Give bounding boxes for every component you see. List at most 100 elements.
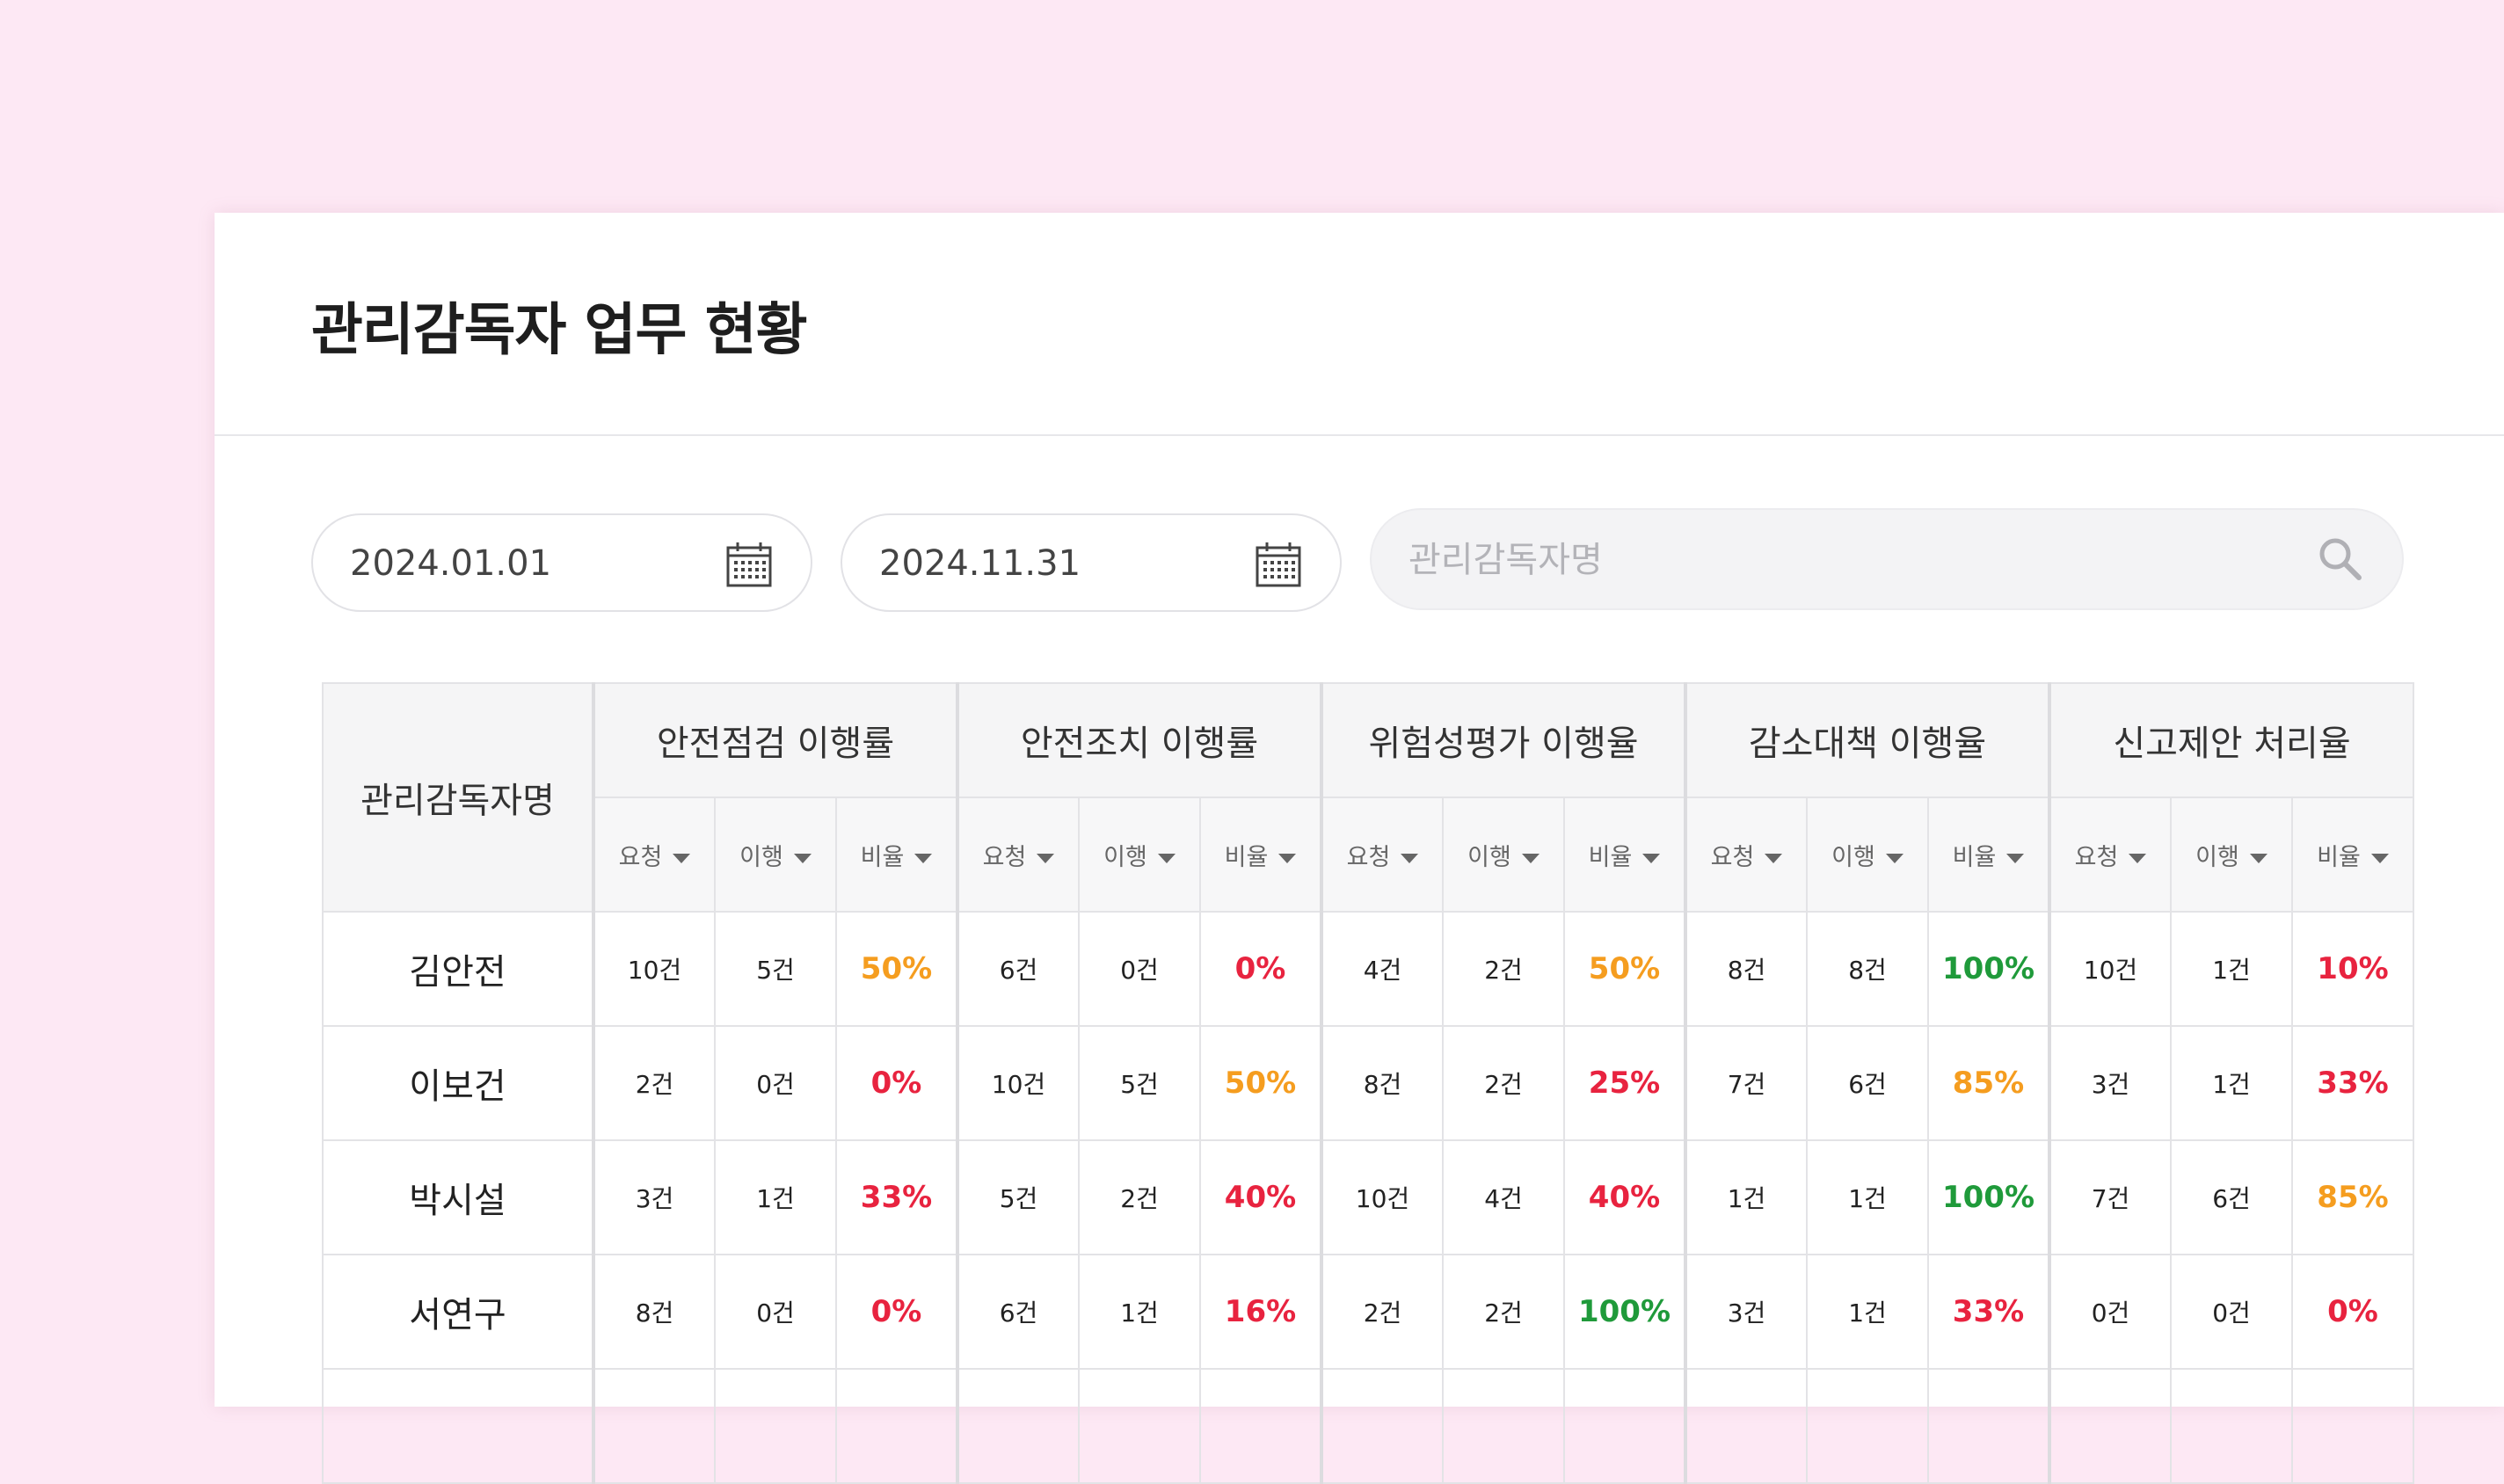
rate-cell: 0% bbox=[835, 1254, 958, 1370]
caret-down-icon[interactable] bbox=[2006, 853, 2025, 863]
sort-column-header[interactable]: 비율 bbox=[1927, 797, 2050, 913]
caret-down-icon[interactable] bbox=[1157, 853, 1176, 863]
request-count-cell: 3건 bbox=[2048, 1025, 2172, 1141]
completed-count-cell: 1건 bbox=[714, 1139, 837, 1255]
sort-column-header[interactable]: 이행 bbox=[714, 797, 837, 913]
caret-down-icon[interactable] bbox=[2129, 853, 2147, 863]
sort-column-header[interactable]: 요청 bbox=[592, 797, 716, 913]
caret-down-icon[interactable] bbox=[2370, 853, 2389, 863]
sort-column-label: 이행 bbox=[1467, 843, 1511, 871]
caret-down-icon[interactable] bbox=[1037, 853, 1055, 863]
sort-column-label: 요청 bbox=[618, 843, 663, 871]
supervisor-search[interactable] bbox=[1370, 508, 2404, 610]
request-count-cell: 3건 bbox=[1684, 1254, 1808, 1370]
rate-cell: 33% bbox=[835, 1139, 958, 1255]
sort-column-label: 비율 bbox=[1224, 843, 1269, 871]
rate-cell: 0% bbox=[2291, 1254, 2414, 1370]
panel-header: 관리감독자 업무 현황 bbox=[215, 213, 2504, 436]
rate-cell: 33% bbox=[2291, 1025, 2414, 1141]
caret-down-icon[interactable] bbox=[1401, 853, 1419, 863]
empty-cell bbox=[2170, 1368, 2293, 1484]
sort-column-label: 요청 bbox=[1346, 843, 1391, 871]
table-row[interactable]: 박시설 3건 1건 33% 5건 2건 40% 10건 4건 40% 1건 1건 100% 7건 6건 85% bbox=[322, 1139, 2414, 1255]
caret-down-icon[interactable] bbox=[1885, 853, 1903, 863]
completed-count-cell: 1건 bbox=[2170, 1025, 2293, 1141]
sort-column-header[interactable]: 요청 bbox=[1320, 797, 1444, 913]
sort-column-header[interactable]: 비율 bbox=[2291, 797, 2414, 913]
completed-count-cell: 5건 bbox=[714, 911, 837, 1027]
sort-column-label: 비율 bbox=[1952, 843, 1997, 871]
completed-count-cell: 1건 bbox=[1078, 1254, 1201, 1370]
sort-column-header[interactable]: 비율 bbox=[1563, 797, 1686, 913]
rate-cell: 0% bbox=[1199, 911, 1322, 1027]
sort-column-label: 이행 bbox=[1831, 843, 1875, 871]
sort-column-label: 이행 bbox=[739, 843, 783, 871]
supervisor-name-cell: 이보건 bbox=[322, 1025, 594, 1141]
empty-cell bbox=[1199, 1368, 1322, 1484]
sort-column-header[interactable]: 이행 bbox=[2170, 797, 2293, 913]
supervisor-search-input[interactable] bbox=[1407, 535, 2289, 586]
request-count-cell: 3건 bbox=[592, 1139, 716, 1255]
sort-column-header[interactable]: 요청 bbox=[1684, 797, 1808, 913]
sort-column-header[interactable]: 비율 bbox=[835, 797, 958, 913]
sort-column-label: 비율 bbox=[1588, 843, 1633, 871]
caret-down-icon[interactable] bbox=[1765, 853, 1783, 863]
sort-column-header[interactable]: 비율 bbox=[1199, 797, 1322, 913]
caret-down-icon[interactable] bbox=[673, 853, 691, 863]
completed-count-cell: 2건 bbox=[1078, 1139, 1201, 1255]
completed-count-cell: 0건 bbox=[1078, 911, 1201, 1027]
sort-column-header[interactable]: 이행 bbox=[1078, 797, 1201, 913]
start-date-value: 2024.01.01 bbox=[350, 543, 552, 584]
calendar-icon[interactable] bbox=[1254, 540, 1303, 589]
rate-cell: 50% bbox=[835, 911, 958, 1027]
sort-column-label: 이행 bbox=[1103, 843, 1147, 871]
empty-cell bbox=[1320, 1368, 1444, 1484]
end-date-field[interactable]: 2024.11.31 bbox=[841, 513, 1342, 612]
group-header: 안전점검 이행률 bbox=[592, 682, 958, 798]
completed-count-cell: 1건 bbox=[1806, 1254, 1929, 1370]
group-header: 안전조치 이행률 bbox=[956, 682, 1322, 798]
group-header: 위험성평가 이행율 bbox=[1320, 682, 1686, 798]
completed-count-cell: 2건 bbox=[1442, 1254, 1565, 1370]
sort-column-header[interactable]: 요청 bbox=[2048, 797, 2172, 913]
rate-cell: 50% bbox=[1199, 1025, 1322, 1141]
completed-count-cell: 8건 bbox=[1806, 911, 1929, 1027]
completed-count-cell: 6건 bbox=[1806, 1025, 1929, 1141]
request-count-cell: 4건 bbox=[1320, 911, 1444, 1027]
rate-cell: 40% bbox=[1199, 1139, 1322, 1255]
table-row[interactable] bbox=[322, 1368, 2414, 1484]
supervisor-name-cell: 김안전 bbox=[322, 911, 594, 1027]
table-row[interactable]: 김안전 10건 5건 50% 6건 0건 0% 4건 2건 50% 8건 8건 100% 10건 1건 10% bbox=[322, 911, 2414, 1027]
empty-cell bbox=[1563, 1368, 1686, 1484]
completed-count-cell: 4건 bbox=[1442, 1139, 1565, 1255]
start-date-field[interactable]: 2024.01.01 bbox=[311, 513, 812, 612]
sort-column-label: 비율 bbox=[2317, 843, 2361, 871]
empty-cell bbox=[322, 1368, 594, 1484]
caret-down-icon[interactable] bbox=[914, 853, 933, 863]
empty-cell bbox=[2048, 1368, 2172, 1484]
rate-cell: 50% bbox=[1563, 911, 1686, 1027]
caret-down-icon[interactable] bbox=[1521, 853, 1540, 863]
sort-column-header[interactable]: 요청 bbox=[956, 797, 1080, 913]
empty-cell bbox=[956, 1368, 1080, 1484]
sort-column-header[interactable]: 이행 bbox=[1442, 797, 1565, 913]
filter-bar: 2024.01.01 2024.11.31 bbox=[311, 508, 2421, 619]
supervisor-name-cell: 서연구 bbox=[322, 1254, 594, 1370]
sort-column-header[interactable]: 이행 bbox=[1806, 797, 1929, 913]
search-icon[interactable] bbox=[2316, 535, 2363, 582]
rate-cell: 100% bbox=[1927, 911, 2050, 1027]
request-count-cell: 8건 bbox=[1684, 911, 1808, 1027]
completed-count-cell: 1건 bbox=[2170, 911, 2293, 1027]
completed-count-cell: 0건 bbox=[714, 1025, 837, 1141]
table-row[interactable]: 이보건 2건 0건 0% 10건 5건 50% 8건 2건 25% 7건 6건 85% 3건 1건 33% bbox=[322, 1025, 2414, 1141]
request-count-cell: 6건 bbox=[956, 1254, 1080, 1370]
table-row[interactable]: 서연구 8건 0건 0% 6건 1건 16% 2건 2건 100% 3건 1건 33% 0건 0건 0% bbox=[322, 1254, 2414, 1370]
rate-cell: 10% bbox=[2291, 911, 2414, 1027]
calendar-icon[interactable] bbox=[724, 540, 774, 589]
caret-down-icon[interactable] bbox=[2249, 853, 2267, 863]
caret-down-icon[interactable] bbox=[1278, 853, 1297, 863]
request-count-cell: 8건 bbox=[592, 1254, 716, 1370]
request-count-cell: 10건 bbox=[1320, 1139, 1444, 1255]
caret-down-icon[interactable] bbox=[1642, 853, 1661, 863]
caret-down-icon[interactable] bbox=[793, 853, 812, 863]
